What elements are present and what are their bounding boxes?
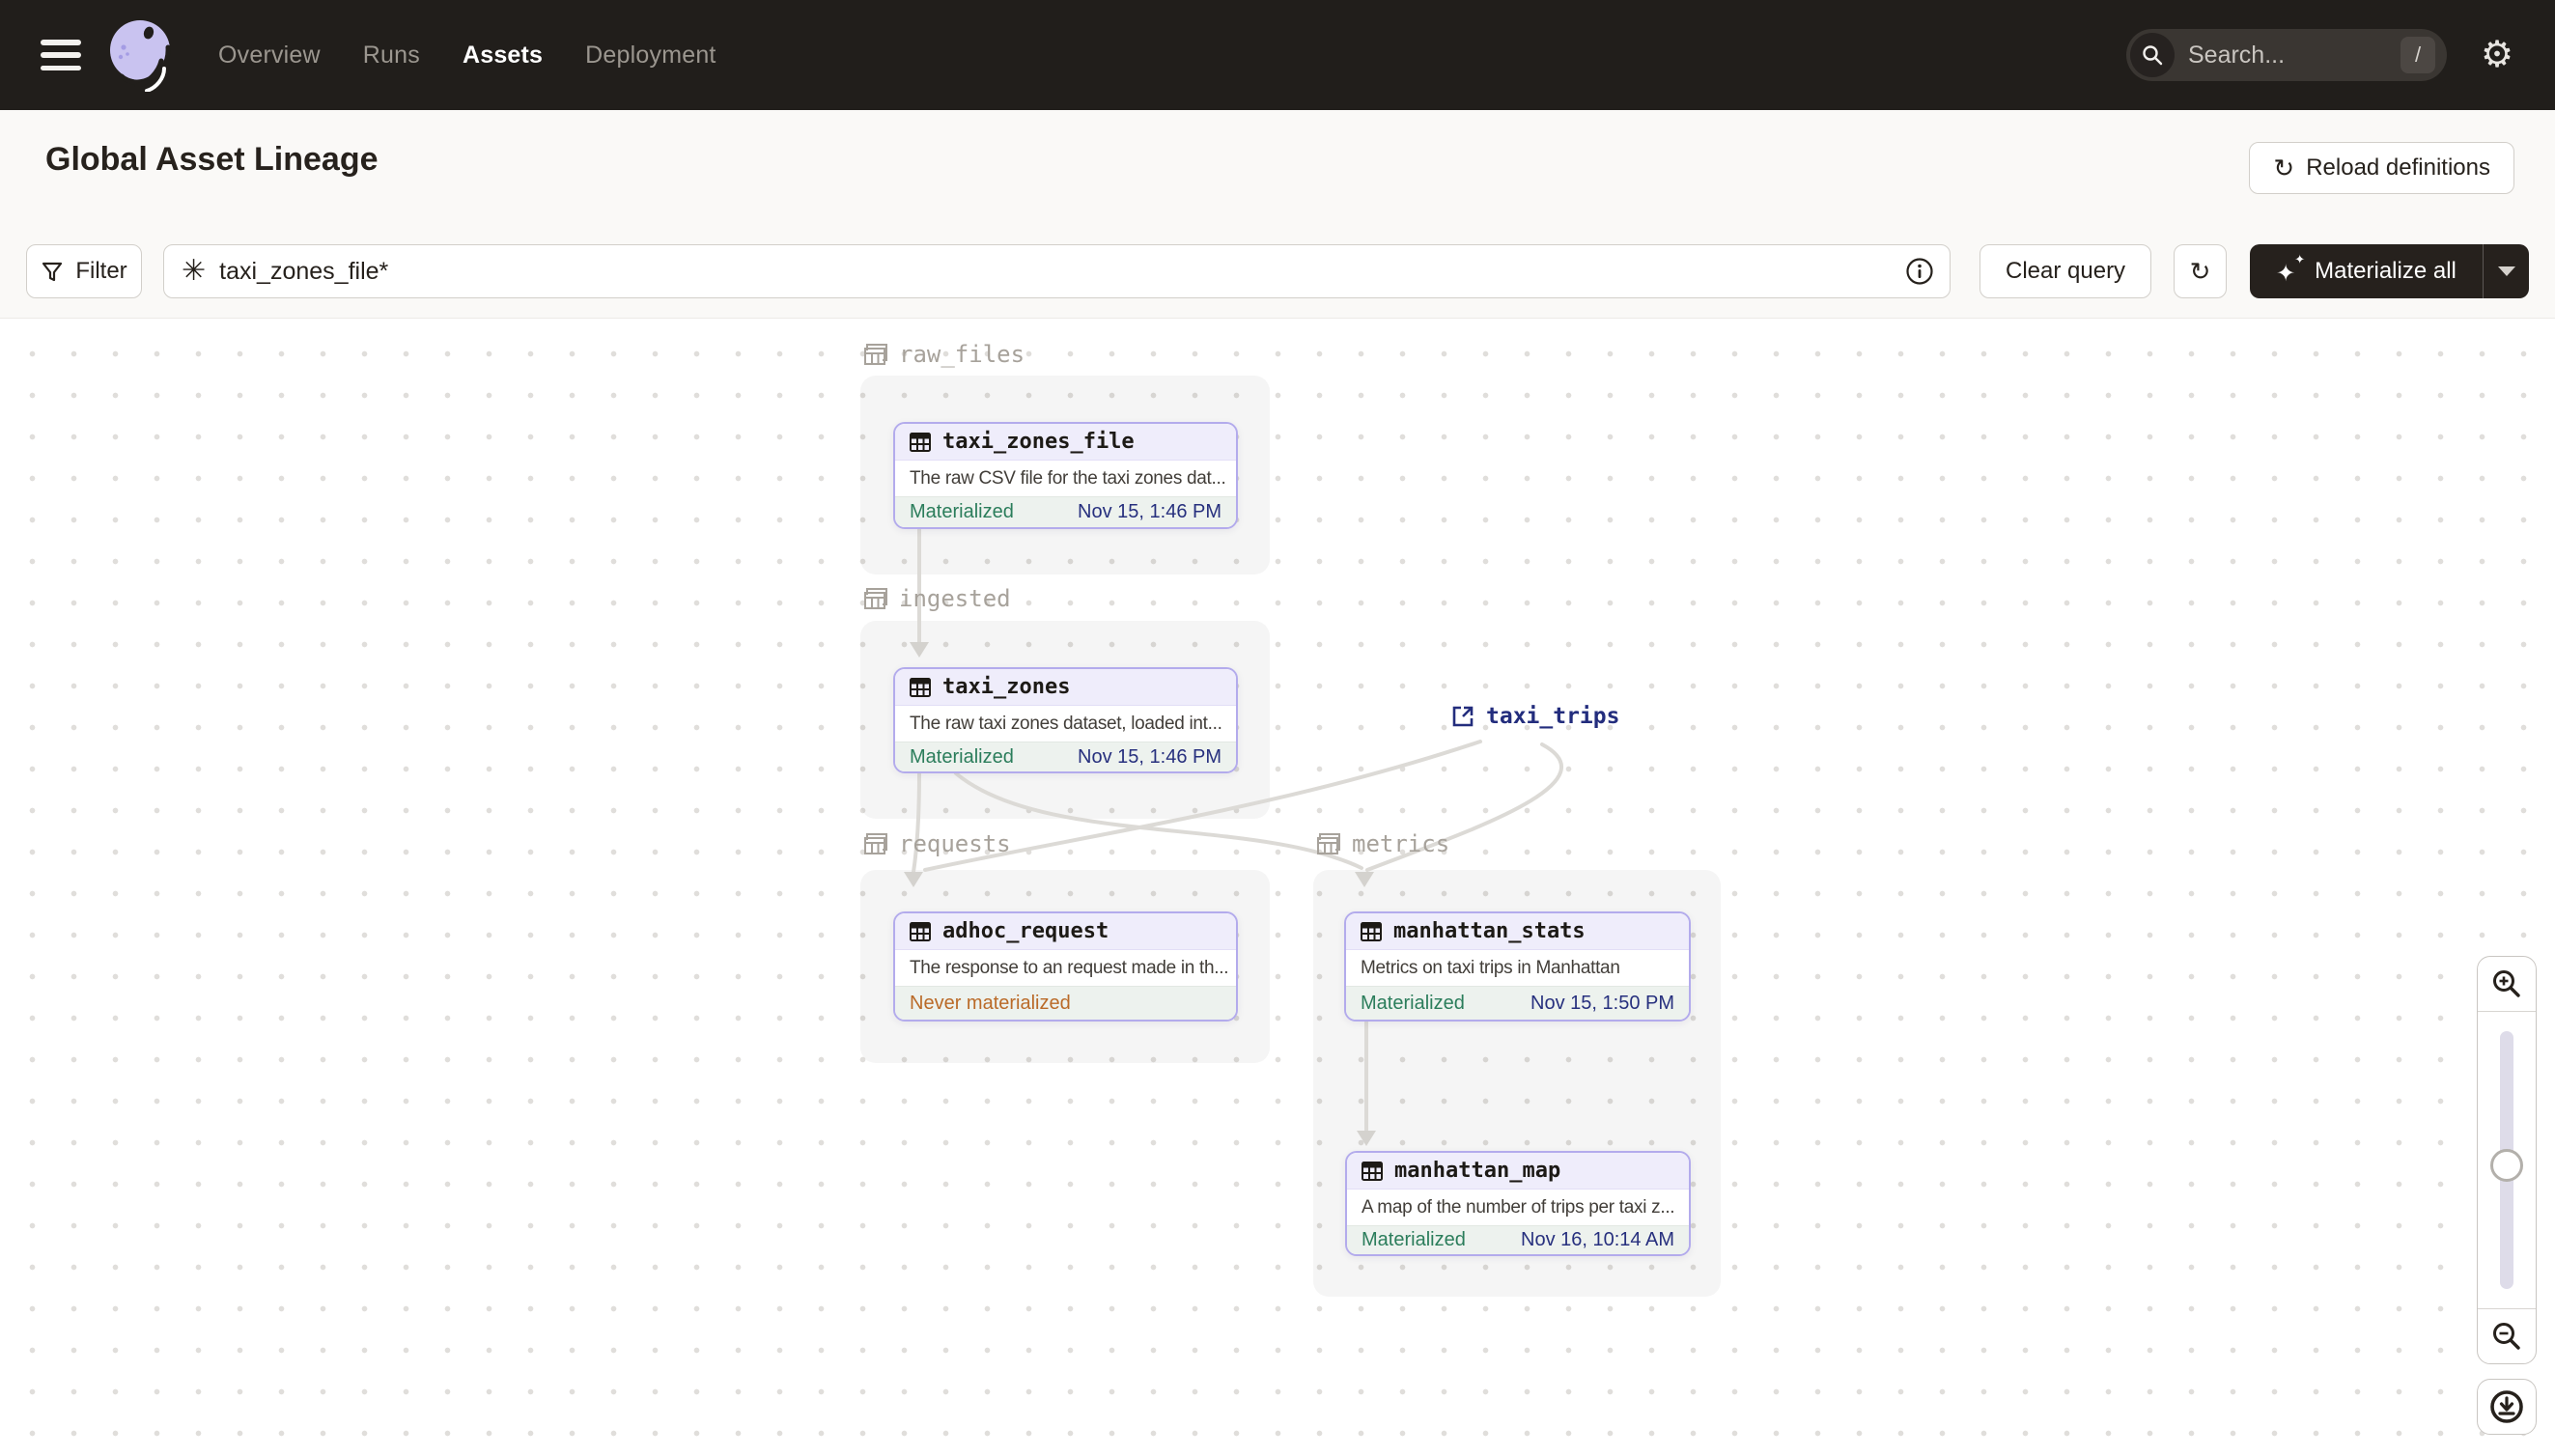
materialization-timestamp[interactable]: Nov 15, 1:46 PM — [1078, 746, 1221, 769]
materialize-all-button[interactable]: ✦ ✦ Materialize all — [2250, 244, 2529, 298]
asset-node-taxi_zones_file[interactable]: taxi_zones_file The raw CSV file for the… — [893, 422, 1238, 529]
funnel-icon — [42, 262, 63, 282]
tab-deployment[interactable]: Deployment — [585, 42, 716, 70]
refresh-icon: ↻ — [2189, 257, 2211, 286]
asset-title: adhoc_request — [942, 919, 1109, 943]
asset-description: The raw taxi zones dataset, loaded int..… — [910, 713, 1222, 734]
asset-title: manhattan_map — [1394, 1159, 1561, 1183]
lineage-canvas[interactable]: raw_files ingested requests metrics taxi… — [0, 320, 2555, 1456]
chevron-down-icon — [2497, 266, 2515, 276]
zoom-controls — [2477, 956, 2537, 1364]
table-icon — [1362, 1161, 1383, 1181]
page-title: Global Asset Lineage — [45, 141, 379, 178]
asset-node-manhattan_map[interactable]: manhattan_map A map of the number of tri… — [1345, 1151, 1691, 1256]
search-icon — [2130, 33, 2175, 77]
status-badge: Materialized — [910, 745, 1014, 768]
asset-node-taxi_zones[interactable]: taxi_zones The raw taxi zones dataset, l… — [893, 667, 1238, 773]
asset-query-field: ✳ — [163, 244, 1951, 298]
sparkles-icon: ✦ ✦ — [2276, 252, 2306, 287]
asset-description: A map of the number of trips per taxi z.… — [1362, 1196, 1675, 1218]
reload-definitions-button[interactable]: ↻ Reload definitions — [2249, 142, 2514, 194]
asset-description: The raw CSV file for the taxi zones dat.… — [910, 467, 1226, 489]
hamburger-menu-icon[interactable] — [41, 40, 81, 70]
status-badge: Never materialized — [910, 992, 1071, 1014]
clear-query-button[interactable]: Clear query — [1979, 244, 2152, 298]
tab-runs[interactable]: Runs — [363, 42, 420, 70]
asset-title: manhattan_stats — [1393, 919, 1586, 943]
group-label-raw_files[interactable]: raw_files — [862, 341, 1025, 368]
tab-assets[interactable]: Assets — [463, 42, 543, 70]
primary-nav: Overview Runs Assets Deployment — [218, 42, 716, 70]
status-badge: Materialized — [1361, 992, 1465, 1014]
info-icon[interactable] — [1905, 257, 1934, 286]
settings-gear-icon[interactable]: ⚙ — [2468, 26, 2526, 84]
download-image-button[interactable] — [2477, 1379, 2537, 1435]
layered-tables-icon — [864, 833, 887, 854]
materialization-timestamp[interactable]: Nov 15, 1:50 PM — [1530, 993, 1674, 1015]
layered-tables-icon — [864, 344, 887, 365]
filter-button[interactable]: Filter — [26, 244, 142, 298]
materialization-timestamp[interactable]: Nov 16, 10:14 AM — [1521, 1229, 1674, 1251]
zoom-slider-thumb[interactable] — [2490, 1149, 2523, 1182]
status-badge: Materialized — [1362, 1229, 1466, 1250]
global-search[interactable]: / — [2126, 29, 2447, 81]
search-input[interactable] — [2188, 41, 2352, 70]
asset-title: taxi_zones_file — [942, 430, 1135, 454]
external-link-icon — [1452, 706, 1474, 727]
materialize-dropdown-toggle[interactable] — [2483, 244, 2529, 298]
lineage-edges — [904, 527, 1563, 1146]
group-label-metrics[interactable]: metrics — [1315, 830, 1449, 857]
tab-overview[interactable]: Overview — [218, 42, 321, 70]
zoom-out-icon — [2493, 1323, 2520, 1350]
zoom-slider[interactable] — [2478, 1012, 2536, 1308]
download-icon — [2490, 1390, 2523, 1423]
reload-icon: ↻ — [2273, 154, 2295, 182]
page-header: Global Asset Lineage ↻ Reload definition… — [0, 110, 2555, 319]
external-asset-taxi_trips[interactable]: taxi_trips — [1450, 704, 1619, 729]
asset-description: Metrics on taxi trips in Manhattan — [1361, 957, 1620, 978]
lineage-toolbar: Filter ✳ Clear query ↻ ✦✦ Materialize al… — [0, 244, 2555, 298]
table-icon — [910, 677, 931, 697]
asset-node-adhoc_request[interactable]: adhoc_request The response to an request… — [893, 911, 1238, 1022]
zoom-in-button[interactable] — [2478, 957, 2536, 1012]
dagster-logo[interactable] — [108, 18, 176, 92]
status-badge: Materialized — [910, 501, 1014, 522]
table-icon — [1361, 921, 1382, 941]
asset-graph-icon: ✳ — [182, 255, 207, 287]
materialization-timestamp[interactable]: Nov 15, 1:46 PM — [1078, 501, 1221, 523]
asset-description: The response to an request made in th... — [910, 957, 1229, 978]
layered-tables-icon — [1317, 833, 1340, 854]
zoom-out-button[interactable] — [2478, 1308, 2536, 1363]
top-nav: Overview Runs Assets Deployment / ⚙ — [0, 0, 2555, 110]
asset-node-manhattan_stats[interactable]: manhattan_stats Metrics on taxi trips in… — [1344, 911, 1691, 1022]
zoom-in-icon — [2493, 970, 2520, 997]
layered-tables-icon — [864, 588, 887, 609]
search-shortcut-badge: / — [2401, 37, 2435, 73]
asset-query-input[interactable] — [219, 257, 1905, 286]
table-icon — [910, 921, 931, 941]
asset-title: taxi_zones — [942, 675, 1071, 699]
refresh-button[interactable]: ↻ — [2174, 244, 2227, 298]
table-icon — [910, 432, 931, 452]
group-label-ingested[interactable]: ingested — [862, 585, 1011, 612]
group-label-requests[interactable]: requests — [862, 830, 1011, 857]
